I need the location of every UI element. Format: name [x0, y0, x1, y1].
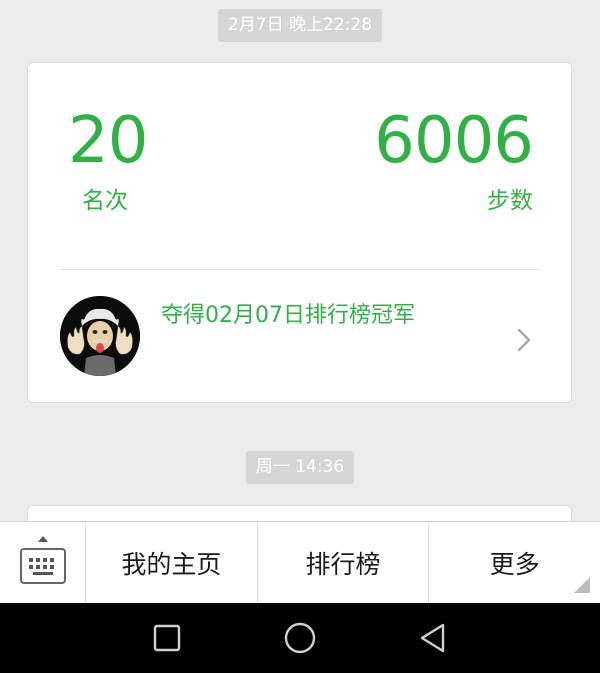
champion-row[interactable]: 夺得02月07日排行榜冠军 — [28, 270, 571, 403]
menu-my-homepage-button[interactable]: 我的主页 — [86, 522, 258, 603]
steps-value: 6006 — [374, 104, 534, 178]
submenu-indicator-icon — [574, 577, 591, 593]
menu-more-button[interactable]: 更多 — [429, 522, 600, 603]
steps-stat: 6006 步数 — [374, 104, 534, 215]
avatar-image — [60, 296, 140, 376]
timestamp-label: 周一 14:36 — [245, 451, 355, 484]
step-rank-card[interactable]: 20 名次 6006 步数 夺得02月07日排行榜冠军 — [27, 62, 572, 403]
rank-stat: 20 名次 — [68, 104, 148, 215]
home-icon[interactable] — [282, 620, 318, 656]
timestamp-label: 2月7日 晚上22:28 — [217, 9, 383, 42]
steps-label: 步数 — [487, 188, 533, 214]
menu-leaderboard-button[interactable]: 排行榜 — [258, 522, 430, 603]
keyboard-toggle-button[interactable] — [0, 522, 86, 603]
bottom-menu-bar: 我的主页 排行榜 更多 — [0, 521, 600, 603]
recents-icon[interactable] — [149, 620, 185, 656]
chevron-right-icon — [517, 328, 531, 352]
back-icon[interactable] — [415, 620, 451, 656]
avatar[interactable] — [60, 296, 140, 376]
system-navigation-bar — [0, 603, 600, 673]
menu-more-label: 更多 — [489, 549, 540, 579]
champion-text: 夺得02月07日排行榜冠军 — [161, 303, 415, 328]
rank-value: 20 — [68, 104, 148, 178]
keyboard-icon — [20, 536, 66, 584]
rank-label: 名次 — [82, 188, 128, 214]
